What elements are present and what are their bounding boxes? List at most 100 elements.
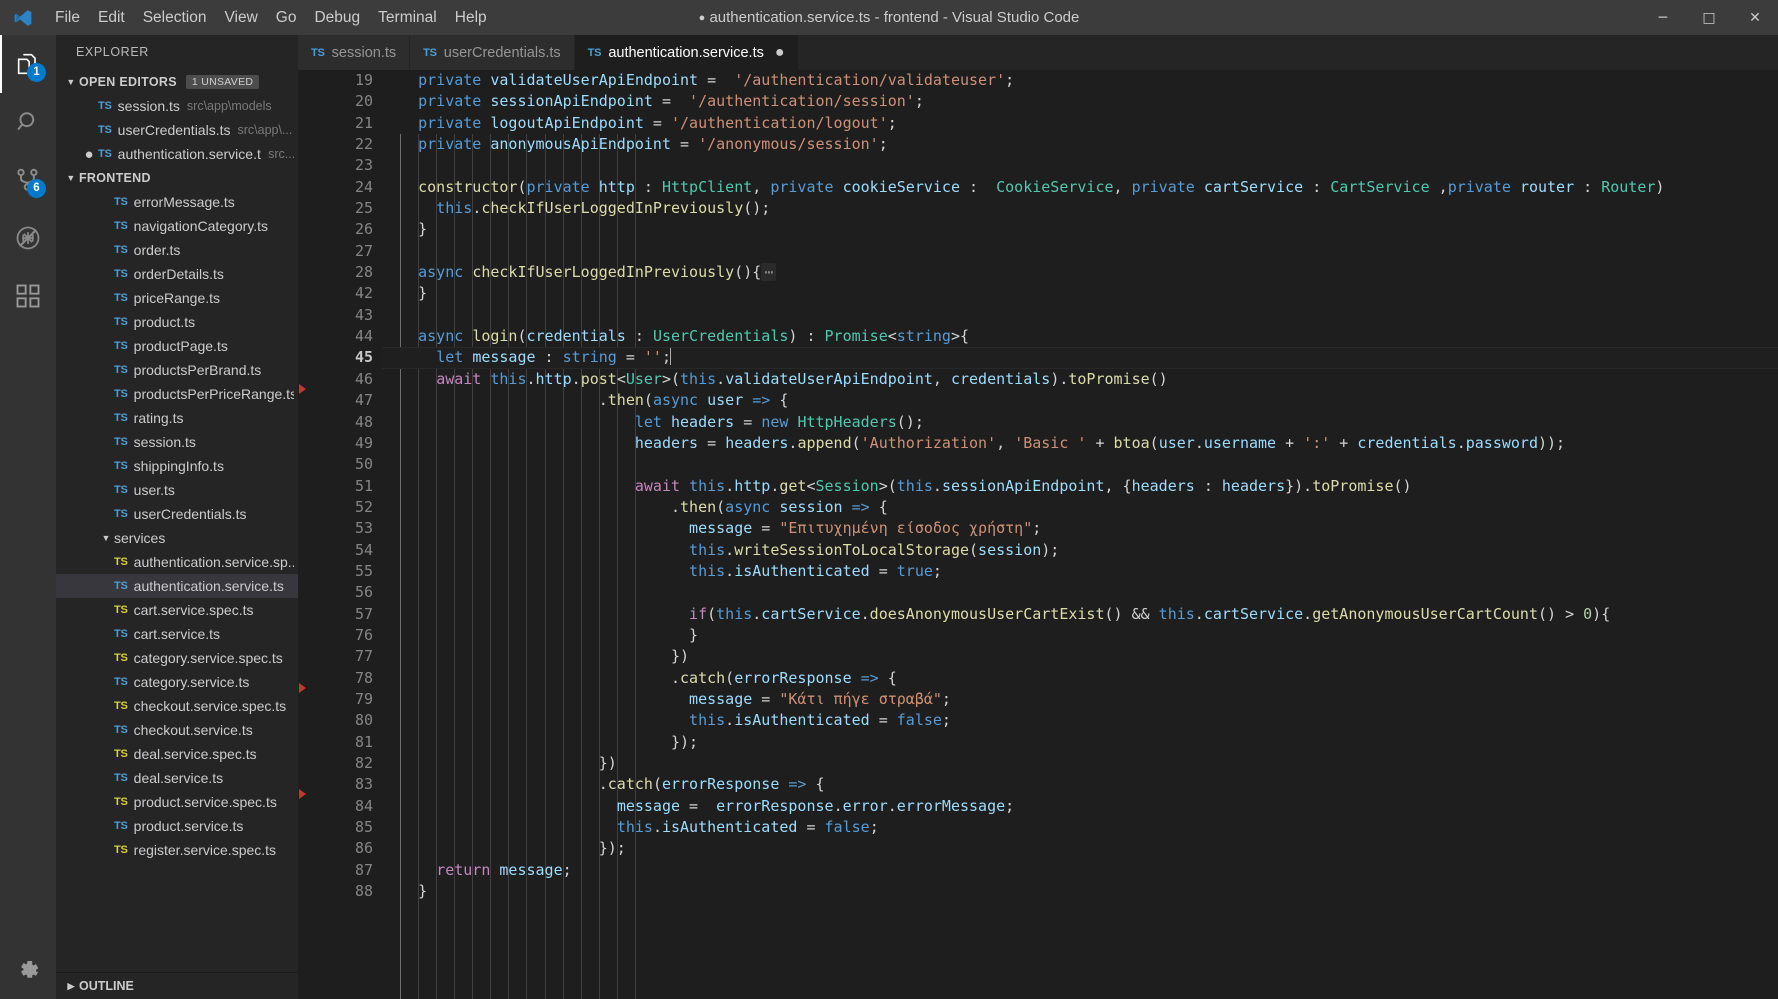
line-number[interactable]: 83: [298, 774, 382, 800]
code-line[interactable]: constructor(private http : HttpClient, p…: [382, 177, 1778, 198]
code-line[interactable]: [382, 155, 1778, 176]
line-number[interactable]: 76: [298, 625, 382, 646]
tree-file[interactable]: TS userCredentials.ts: [56, 502, 298, 526]
menu-selection[interactable]: Selection: [134, 0, 216, 35]
code-line[interactable]: async checkIfUserLoggedInPreviously(){⋯: [382, 262, 1778, 283]
open-editor-item[interactable]: ● TS authentication.service.ts src...: [56, 142, 298, 166]
menu-terminal[interactable]: Terminal: [369, 0, 446, 35]
maximize-button[interactable]: □: [1686, 0, 1732, 35]
code-line[interactable]: [382, 241, 1778, 262]
line-number[interactable]: 78: [298, 668, 382, 693]
code-line[interactable]: [382, 454, 1778, 475]
line-number[interactable]: 22: [298, 134, 382, 155]
tree-folder[interactable]: ▼ services: [56, 526, 298, 550]
line-number[interactable]: 50: [298, 454, 382, 475]
line-number[interactable]: 43: [298, 305, 382, 326]
tree-file[interactable]: TS deal.service.ts: [56, 766, 298, 790]
open-editor-item[interactable]: TS userCredentials.ts src\app\...: [56, 118, 298, 142]
menu-help[interactable]: Help: [446, 0, 496, 35]
tree-file[interactable]: TS deal.service.spec.ts: [56, 742, 298, 766]
activity-source-control-icon[interactable]: 6: [0, 151, 56, 209]
tree-file[interactable]: TS priceRange.ts: [56, 286, 298, 310]
tree-file[interactable]: TS checkout.service.ts: [56, 718, 298, 742]
code-line[interactable]: }: [382, 625, 1778, 646]
tree-file[interactable]: TS cart.service.spec.ts: [56, 598, 298, 622]
code-line[interactable]: async login(credentials : UserCredential…: [382, 326, 1778, 347]
menu-view[interactable]: View: [215, 0, 266, 35]
line-number[interactable]: 56: [298, 582, 382, 603]
code-line[interactable]: private sessionApiEndpoint = '/authentic…: [382, 91, 1778, 112]
line-number-gutter[interactable]: 19 20 21 22 23 24 25 26 27 28+42 43 44 45 46 47 48 49 50 5…: [298, 70, 382, 999]
tree-file[interactable]: TS productsPerBrand.ts: [56, 358, 298, 382]
code-line[interactable]: this.writeSessionToLocalStorage(session)…: [382, 540, 1778, 561]
code-line[interactable]: message = "Κάτι πήγε στραβά";: [382, 689, 1778, 710]
activity-search-icon[interactable]: [0, 93, 56, 151]
code-line[interactable]: this.isAuthenticated = false;: [382, 710, 1778, 731]
line-number[interactable]: 19: [298, 70, 382, 91]
line-number[interactable]: 44: [298, 326, 382, 347]
code-editor[interactable]: 19202122232425262728+4243444546474849505…: [298, 70, 1778, 999]
line-number[interactable]: 52: [298, 497, 382, 518]
line-number[interactable]: 81: [298, 732, 382, 753]
section-frontend[interactable]: ▼ FRONTEND: [56, 166, 298, 190]
line-number[interactable]: 80: [298, 710, 382, 731]
code-line[interactable]: });: [382, 838, 1778, 859]
line-number[interactable]: 88: [298, 881, 382, 902]
code-line[interactable]: }): [382, 646, 1778, 667]
line-number[interactable]: 23: [298, 155, 382, 176]
code-line[interactable]: let message : string = '';: [382, 347, 1778, 369]
code-line[interactable]: .catch(errorResponse => {: [382, 774, 1778, 795]
code-line[interactable]: }: [382, 881, 1778, 902]
tree-file[interactable]: TS user.ts: [56, 478, 298, 502]
code-line[interactable]: message = "Επιτυχημένη είσοδος χρήστη";: [382, 518, 1778, 539]
code-line[interactable]: .catch(errorResponse => {: [382, 668, 1778, 689]
line-number[interactable]: 25: [298, 198, 382, 219]
line-number[interactable]: 87: [298, 860, 382, 881]
menu-debug[interactable]: Debug: [305, 0, 369, 35]
line-number[interactable]: 57+: [298, 604, 382, 625]
tree-file[interactable]: TS session.ts: [56, 430, 298, 454]
line-number[interactable]: 55: [298, 561, 382, 582]
tree-file[interactable]: TS orderDetails.ts: [56, 262, 298, 286]
close-button[interactable]: ✕: [1732, 0, 1778, 35]
editor-tab[interactable]: TS authentication.service.ts ●: [574, 35, 799, 70]
code-line[interactable]: message = errorResponse.error.errorMessa…: [382, 796, 1778, 817]
tree-file[interactable]: TS register.service.spec.ts: [56, 838, 298, 862]
code-line[interactable]: .then(async user => {: [382, 390, 1778, 411]
activity-settings-gear-icon[interactable]: [0, 941, 56, 999]
tree-file[interactable]: TS navigationCategory.ts: [56, 214, 298, 238]
activity-run-debug-icon[interactable]: [0, 209, 56, 267]
tree-file[interactable]: TS authentication.service.ts: [56, 574, 298, 598]
line-number[interactable]: 53: [298, 518, 382, 539]
activity-explorer-icon[interactable]: 1: [0, 35, 56, 93]
tree-file[interactable]: TS order.ts: [56, 238, 298, 262]
line-number[interactable]: 85: [298, 817, 382, 838]
tree-file[interactable]: TS productPage.ts: [56, 334, 298, 358]
menu-file[interactable]: File: [46, 0, 89, 35]
tree-file[interactable]: TS checkout.service.spec.ts: [56, 694, 298, 718]
code-line[interactable]: }): [382, 753, 1778, 774]
tab-dirty-dot-icon[interactable]: ●: [775, 44, 785, 61]
code-line[interactable]: if(this.cartService.doesAnonymousUserCar…: [382, 604, 1778, 625]
section-open-editors[interactable]: ▼ OPEN EDITORS 1 UNSAVED: [56, 70, 298, 94]
code-line[interactable]: private anonymousApiEndpoint = '/anonymo…: [382, 134, 1778, 155]
code-line[interactable]: this.checkIfUserLoggedInPreviously();: [382, 198, 1778, 219]
tree-file[interactable]: TS category.service.ts: [56, 670, 298, 694]
tree-file[interactable]: TS product.ts: [56, 310, 298, 334]
line-number[interactable]: 47: [298, 390, 382, 411]
code-line[interactable]: });: [382, 732, 1778, 753]
code-line[interactable]: this.isAuthenticated = true;: [382, 561, 1778, 582]
tree-file[interactable]: TS product.service.spec.ts: [56, 790, 298, 814]
code-line[interactable]: private logoutApiEndpoint = '/authentica…: [382, 113, 1778, 134]
line-number[interactable]: 54: [298, 540, 382, 561]
file-tree[interactable]: TS errorMessage.ts TS navigationCategory.ts…: [56, 190, 298, 972]
editor-tab[interactable]: TS userCredentials.ts: [410, 35, 575, 70]
activity-extensions-icon[interactable]: [0, 267, 56, 325]
line-number[interactable]: 21: [298, 113, 382, 134]
line-number[interactable]: 46: [298, 369, 382, 394]
line-number[interactable]: 84: [298, 796, 382, 817]
code-line[interactable]: [382, 582, 1778, 603]
line-number[interactable]: 20: [298, 91, 382, 112]
line-number[interactable]: 86: [298, 838, 382, 859]
line-number[interactable]: 27: [298, 241, 382, 262]
